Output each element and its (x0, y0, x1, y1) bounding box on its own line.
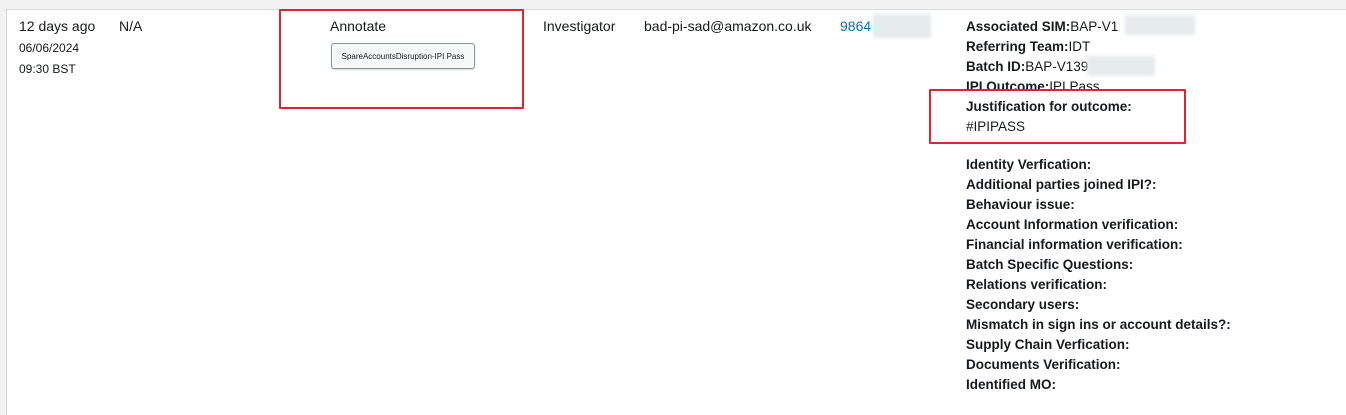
user-email: bad-pi-sad@amazon.co.uk (644, 18, 812, 34)
detail-question: Supply Chain Verfication: (966, 337, 1130, 352)
detail-question: Financial information verification: (966, 237, 1183, 252)
time-ago: 12 days ago (19, 18, 96, 34)
phone-link[interactable]: 9864 (840, 17, 871, 35)
detail-question: Secondary users: (966, 297, 1080, 312)
detail-question: Identity Verfication: (966, 157, 1092, 172)
status-value: N/A (119, 18, 143, 34)
detail-question: Batch Specific Questions: (966, 257, 1134, 272)
highlight-box-justification (929, 89, 1186, 144)
detail-question: Additional parties joined IPI?: (966, 177, 1157, 192)
history-table-row: 12 days ago 06/06/2024 09:30 BST N/A Ann… (6, 9, 1346, 415)
redaction-batch (1087, 56, 1155, 76)
highlight-box-tag (279, 9, 524, 109)
user-role: Investigator (543, 18, 616, 34)
detail-question: Identified MO: (966, 377, 1056, 392)
detail-question: Mismatch in sign ins or account details?… (966, 317, 1231, 332)
detail-referring-team: Referring Team:IDT (966, 39, 1091, 54)
redaction-phone (873, 14, 931, 38)
event-date: 06/06/2024 (19, 41, 80, 55)
detail-question: Relations verification: (966, 277, 1108, 292)
redaction-sim (1125, 15, 1195, 35)
detail-question: Documents Verification: (966, 357, 1121, 372)
event-time: 09:30 BST (19, 62, 76, 76)
detail-question: Behaviour issue: (966, 197, 1075, 212)
detail-question: Account Information verification: (966, 217, 1179, 232)
